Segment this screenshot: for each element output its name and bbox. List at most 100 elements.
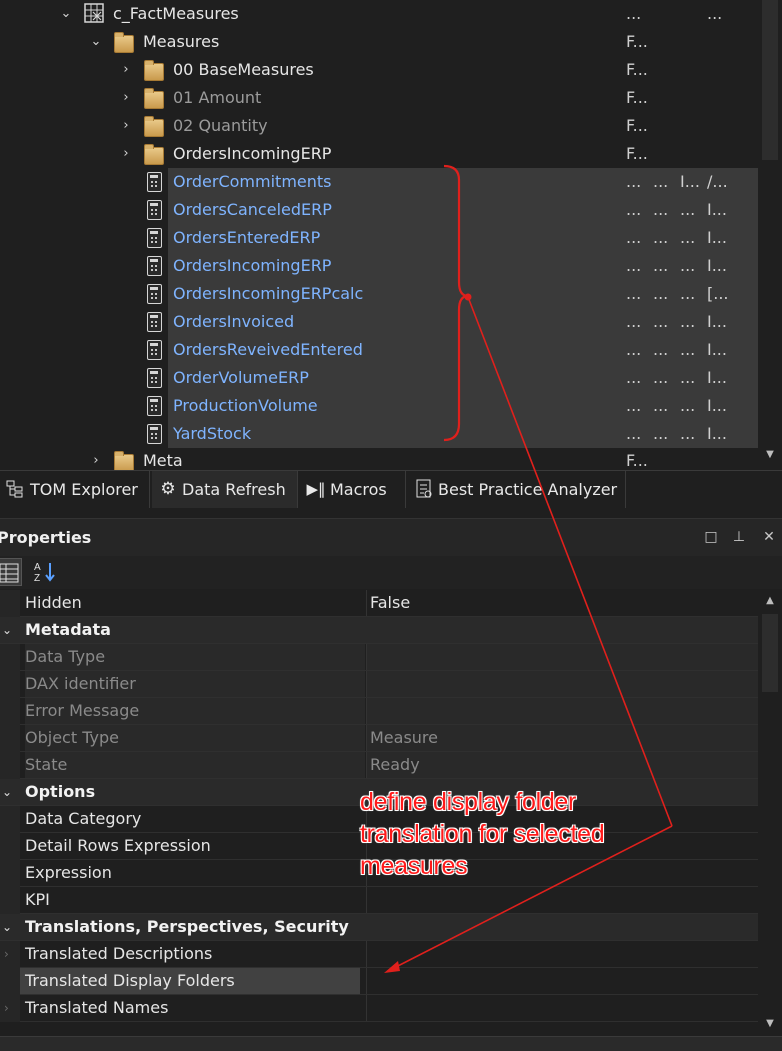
tree-node-meta-folder[interactable]: › Meta F...: [0, 447, 758, 470]
annotation-text: define display folder translation for se…: [360, 788, 605, 880]
categorized-view-icon[interactable]: [0, 558, 22, 586]
property-value[interactable]: [366, 698, 758, 724]
tree-node-table[interactable]: ⌄ c_FactMeasures ... ...: [0, 0, 758, 28]
tree-node-measure[interactable]: OrdersCanceledERP ... ... ... I...: [147, 196, 758, 224]
column-value: ...: [653, 368, 669, 387]
folder-icon: [144, 60, 164, 81]
column-value: ...: [626, 312, 642, 331]
property-row[interactable]: DAX identifier: [0, 671, 758, 698]
chevron-down-icon[interactable]: ⌄: [0, 617, 14, 643]
chevron-right-icon[interactable]: ›: [118, 84, 134, 112]
property-value[interactable]: [366, 644, 758, 670]
chevron-right-icon[interactable]: ›: [88, 447, 104, 470]
property-name: Expression: [25, 863, 112, 882]
tree-node-measure[interactable]: OrderVolumeERP ... ... ... I...: [147, 364, 758, 392]
property-value[interactable]: [366, 968, 758, 994]
tree-node-measure[interactable]: OrdersInvoiced ... ... ... I...: [147, 308, 758, 336]
property-row[interactable]: › Translated Descriptions: [0, 941, 758, 968]
svg-text:A: A: [34, 562, 41, 573]
property-row[interactable]: Hidden False: [0, 590, 758, 617]
row-gutter: [0, 590, 20, 617]
tree-node-label: Meta: [143, 451, 183, 470]
column-value: I...: [707, 228, 727, 247]
property-row[interactable]: State Ready: [0, 752, 758, 779]
chevron-right-icon[interactable]: ›: [4, 941, 9, 967]
property-row-selected[interactable]: Translated Display Folders: [0, 968, 758, 995]
property-name: DAX identifier: [25, 671, 365, 697]
property-value[interactable]: Measure: [366, 725, 758, 751]
row-gutter: [0, 806, 20, 833]
calculator-icon: [147, 340, 162, 360]
chevron-right-icon[interactable]: ›: [118, 56, 134, 84]
chevron-right-icon[interactable]: ›: [118, 140, 134, 168]
column-value: ...: [707, 4, 723, 23]
scroll-down-arrow-icon[interactable]: ▼: [762, 1016, 778, 1032]
tree-node-measure[interactable]: OrdersIncomingERP ... ... ... I...: [147, 252, 758, 280]
tab-data-refresh[interactable]: ⚙ Data Refresh: [152, 471, 298, 508]
chevron-down-icon[interactable]: ⌄: [0, 779, 14, 805]
calculator-icon: [147, 312, 162, 332]
property-value[interactable]: False: [366, 590, 758, 616]
column-value: /...: [707, 172, 728, 191]
sort-alphabetical-icon[interactable]: AZ: [32, 558, 58, 586]
property-category[interactable]: ⌄ Metadata: [0, 617, 758, 644]
property-row[interactable]: Object Type Measure: [0, 725, 758, 752]
row-gutter: [0, 833, 20, 860]
tree-node-label: OrdersIncomingERP: [173, 144, 332, 163]
tom-explorer-tree: ⌄ c_FactMeasures ... ... ⌄ Measures F...…: [0, 0, 782, 470]
tree-node-label: OrdersInvoiced: [173, 312, 295, 331]
tree-node-measure[interactable]: OrderCommitments ... ... I... /...: [147, 168, 758, 196]
property-name: Error Message: [25, 698, 365, 724]
chevron-down-icon[interactable]: ⌄: [88, 28, 104, 56]
property-value[interactable]: [366, 995, 758, 1021]
tree-node-label: 01 Amount: [173, 88, 262, 107]
pin-icon[interactable]: ⊥: [730, 527, 748, 547]
calculator-icon: [147, 396, 162, 416]
column-value: ...: [653, 424, 669, 443]
tree-node-measure[interactable]: OrdersEnteredERP ... ... ... I...: [147, 224, 758, 252]
tab-label: Best Practice Analyzer: [438, 480, 618, 499]
tree-node-measure[interactable]: YardStock ... ... ... I...: [147, 420, 758, 448]
close-icon[interactable]: ✕: [760, 527, 778, 547]
property-value[interactable]: [366, 941, 758, 967]
property-name: Translated Names: [25, 998, 169, 1017]
tree-node-folder[interactable]: › 02 Quantity F...: [0, 112, 758, 140]
tree-node-folder[interactable]: › 01 Amount F...: [0, 84, 758, 112]
property-grid-scrollbar-thumb[interactable]: [762, 614, 778, 692]
row-gutter: [0, 995, 20, 1022]
calculator-icon: [147, 228, 162, 248]
tab-tom-explorer[interactable]: TOM Explorer: [0, 471, 150, 508]
chevron-right-icon[interactable]: ›: [4, 995, 9, 1021]
maximize-icon[interactable]: □: [702, 527, 720, 547]
tree-node-measures-folder[interactable]: ⌄ Measures F...: [0, 28, 758, 56]
property-name: Translated Descriptions: [25, 944, 213, 963]
properties-toolbar: [0, 556, 782, 589]
property-row[interactable]: › Translated Names: [0, 995, 758, 1022]
tree-node-measure[interactable]: OrdersIncomingERPcalc ... ... ... [...: [147, 280, 758, 308]
column-value: I...: [707, 368, 727, 387]
property-value[interactable]: Ready: [366, 752, 758, 778]
chevron-right-icon[interactable]: ›: [118, 112, 134, 140]
macro-icon: ▶‖: [306, 480, 326, 498]
property-row[interactable]: Error Message: [0, 698, 758, 725]
scroll-down-arrow-icon[interactable]: ▼: [762, 447, 778, 463]
chevron-down-icon[interactable]: ⌄: [58, 0, 74, 28]
calculator-icon: [147, 424, 162, 444]
chevron-down-icon[interactable]: ⌄: [0, 914, 14, 940]
tree-node-folder[interactable]: › 00 BaseMeasures F...: [0, 56, 758, 84]
tree-node-label: YardStock: [173, 424, 252, 443]
property-row[interactable]: Data Type: [0, 644, 758, 671]
tree-node-folder[interactable]: › OrdersIncomingERP F...: [0, 140, 758, 168]
property-category[interactable]: ⌄ Translations, Perspectives, Security: [0, 914, 758, 941]
property-row[interactable]: KPI: [0, 887, 758, 914]
tree-node-measure[interactable]: OrdersReveivedEntered ... ... ... I...: [147, 336, 758, 364]
tree-node-measure[interactable]: ProductionVolume ... ... ... I...: [147, 392, 758, 420]
property-value[interactable]: [366, 887, 758, 913]
tree-scrollbar-thumb[interactable]: [762, 0, 778, 160]
tab-macros[interactable]: ▶‖ Macros: [300, 471, 406, 508]
property-value[interactable]: [366, 671, 758, 697]
tab-best-practice-analyzer[interactable]: Best Practice Analyzer: [408, 471, 626, 508]
column-value: ...: [653, 284, 669, 303]
column-value: F...: [626, 451, 648, 470]
scroll-up-arrow-icon[interactable]: ▲: [762, 593, 778, 609]
